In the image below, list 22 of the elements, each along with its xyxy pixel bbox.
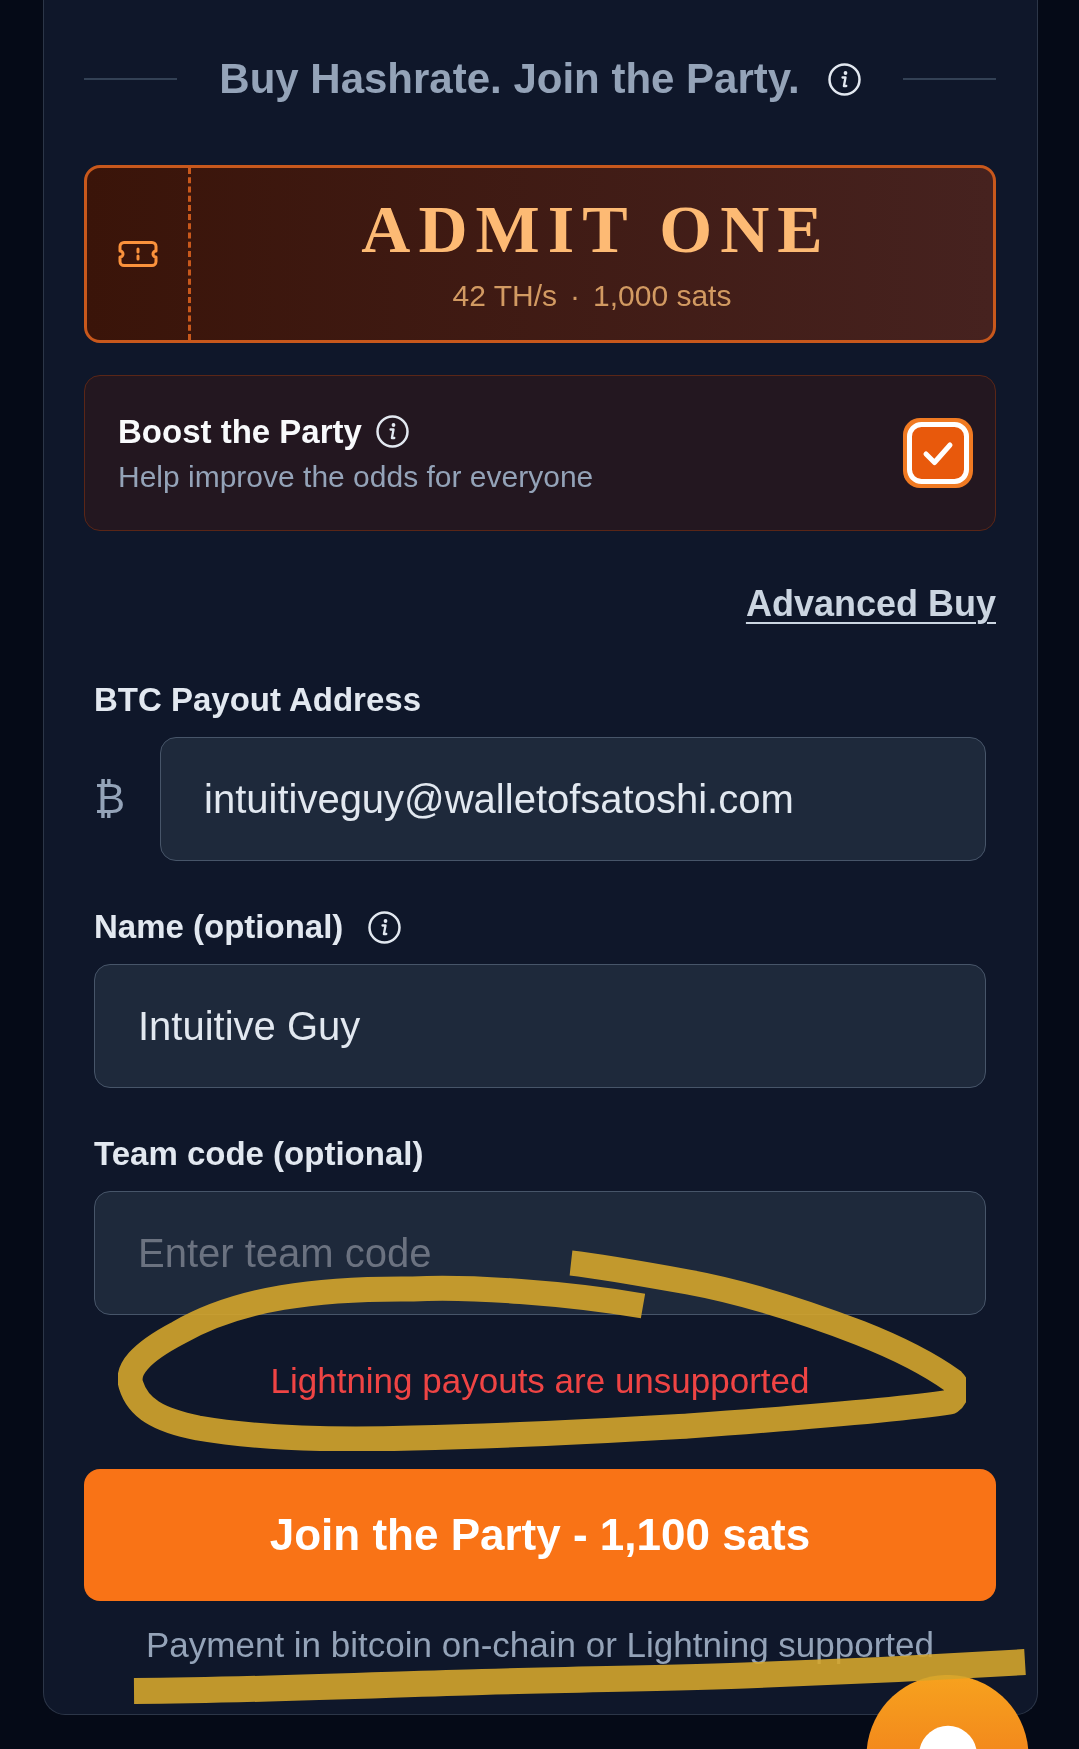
info-icon[interactable] xyxy=(368,910,402,944)
name-field[interactable]: Intuitive Guy xyxy=(94,964,986,1088)
boost-checkbox[interactable] xyxy=(903,418,973,488)
address-field[interactable]: intuitiveguy@walletofsatoshi.com xyxy=(160,737,986,861)
advanced-buy-link[interactable]: Advanced Buy xyxy=(745,584,996,624)
hashrate-text: 42 TH/s xyxy=(452,277,558,314)
floating-action-button[interactable] xyxy=(866,1675,1029,1749)
ticket-title: ADMIT ONE xyxy=(360,194,831,263)
currency-symbol: ₿ xyxy=(94,775,127,823)
info-icon[interactable] xyxy=(375,415,409,448)
field-label: BTC Payout Address xyxy=(94,683,421,717)
field-label: Name (optional) xyxy=(94,910,344,944)
boost-title: Boost the Party xyxy=(118,411,362,452)
page-heading: Buy Hashrate. Join the Party. xyxy=(219,55,800,103)
field-label: Team code (optional) xyxy=(94,1137,424,1171)
ticket-icon xyxy=(117,240,158,268)
boost-subtitle: Help improve the odds for everyone xyxy=(118,458,595,495)
payment-note: Payment in bitcoin on-chain or Lightning supported xyxy=(145,1626,935,1664)
error-message: Lightning payouts are unsupported xyxy=(269,1363,811,1399)
price-text: 1,000 sats xyxy=(593,277,732,314)
separator-dot: · xyxy=(570,277,581,314)
info-icon[interactable] xyxy=(827,62,861,96)
